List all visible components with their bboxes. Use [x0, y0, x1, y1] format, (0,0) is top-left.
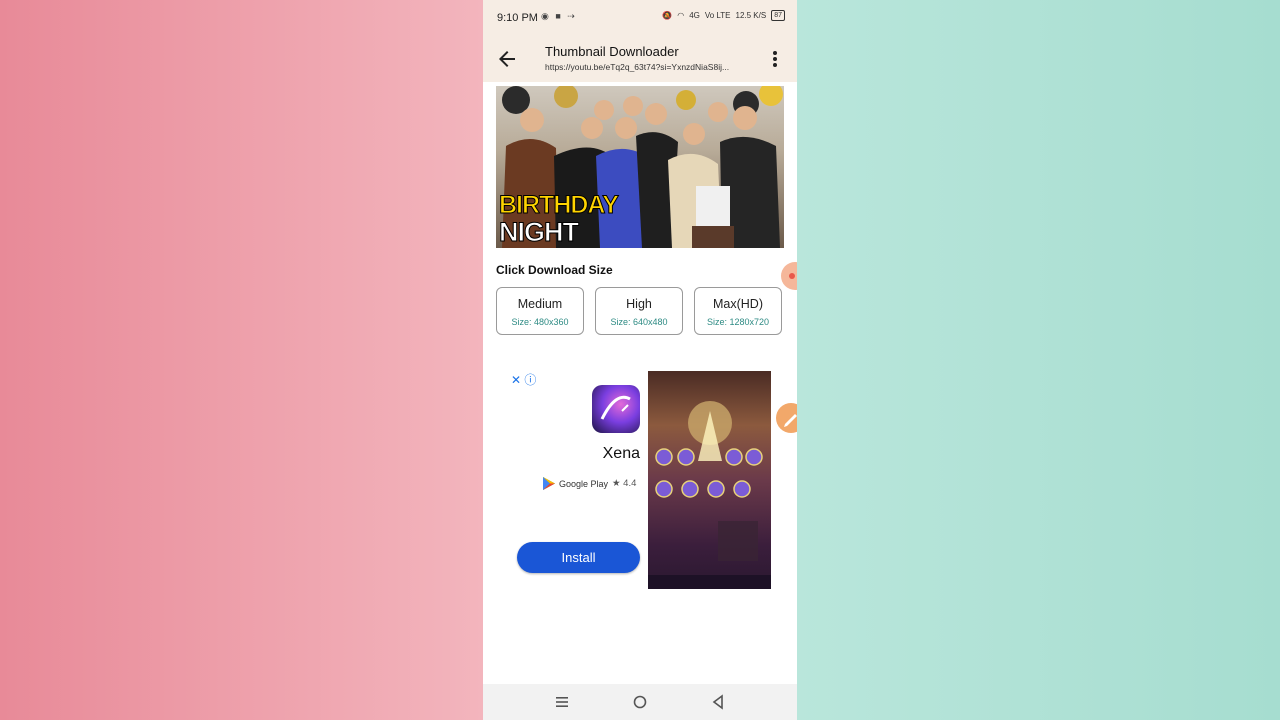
- more-vert-icon[interactable]: [765, 48, 785, 70]
- nav-home-icon[interactable]: [631, 693, 649, 711]
- size-label: High: [626, 297, 652, 311]
- google-play-icon: [543, 477, 555, 490]
- size-label: Max(HD): [713, 297, 763, 311]
- install-button[interactable]: Install: [517, 542, 640, 573]
- speed-label: 12.5 K/S: [735, 11, 767, 20]
- notification-icons: ◉ ■ ⇢: [541, 11, 577, 21]
- mute-icon: 🔕: [662, 11, 673, 20]
- size-label: Medium: [517, 297, 563, 311]
- size-dimensions: Size: 640x480: [610, 317, 668, 327]
- arrow-back-icon[interactable]: [495, 47, 519, 71]
- thumbnail-text-line1: BIRTHDAY: [499, 191, 620, 220]
- size-max-hd-button[interactable]: Max(HD) Size: 1280x720: [694, 287, 782, 335]
- ad-banner[interactable]: ✕ ⓘ Xena Google Play ★ 4.4 Install: [483, 365, 797, 595]
- status-right: 🔕 ◠ 4G Vo LTE 12.5 K/S 87: [662, 10, 785, 21]
- video-url: https://youtu.be/eTq2q_63t74?si=YxnzdNia…: [545, 62, 730, 72]
- download-size-heading: Click Download Size: [496, 263, 613, 277]
- lte-label: Vo LTE: [704, 11, 731, 20]
- status-bar: 9:10 PM ◉ ■ ⇢ 🔕 ◠ 4G Vo LTE 12.5 K/S 87: [483, 0, 797, 36]
- ad-app-name: Xena: [602, 445, 640, 462]
- page-title: Thumbnail Downloader: [545, 44, 679, 59]
- store-info: Google Play ★ 4.4: [543, 477, 636, 490]
- size-medium-button[interactable]: Medium Size: 480x360: [496, 287, 584, 335]
- title-box: Thumbnail Downloader https://youtu.be/eT…: [545, 44, 755, 72]
- pencil-icon: [784, 414, 797, 427]
- ad-info-icon[interactable]: ⓘ: [524, 373, 536, 387]
- nav-back-icon[interactable]: [709, 693, 727, 711]
- store-name: Google Play: [559, 478, 609, 489]
- status-time: 9:10 PM: [497, 12, 538, 24]
- thumbnail-text-line2: NIGHT: [499, 217, 580, 248]
- size-high-button[interactable]: High Size: 640x480: [595, 287, 683, 335]
- ad-close-icon[interactable]: ✕ ⓘ: [511, 371, 536, 388]
- wifi-icon: ◠: [677, 11, 685, 20]
- size-dimensions: Size: 480x360: [511, 317, 569, 327]
- phone-screen: 9:10 PM ◉ ■ ⇢ 🔕 ◠ 4G Vo LTE 12.5 K/S 87 …: [483, 0, 797, 720]
- network-label: 4G: [689, 11, 700, 20]
- video-thumbnail: BIRTHDAY NIGHT: [496, 86, 784, 248]
- app-bar: Thumbnail Downloader https://youtu.be/eT…: [483, 36, 797, 82]
- system-nav-bar: [483, 684, 797, 720]
- app-icon[interactable]: [592, 385, 640, 433]
- ad-screenshot-illustration: [648, 401, 771, 589]
- record-dot-icon: [789, 273, 795, 279]
- floating-edit-button[interactable]: [776, 403, 797, 433]
- size-dimensions: Size: 1280x720: [706, 317, 770, 327]
- battery-icon: 87: [771, 10, 785, 21]
- floating-record-button[interactable]: [781, 262, 797, 290]
- app-rating: ★ 4.4: [612, 478, 637, 489]
- app-logo-icon: [600, 395, 631, 420]
- nav-menu-icon[interactable]: [553, 693, 571, 711]
- ad-screenshot[interactable]: [648, 371, 771, 589]
